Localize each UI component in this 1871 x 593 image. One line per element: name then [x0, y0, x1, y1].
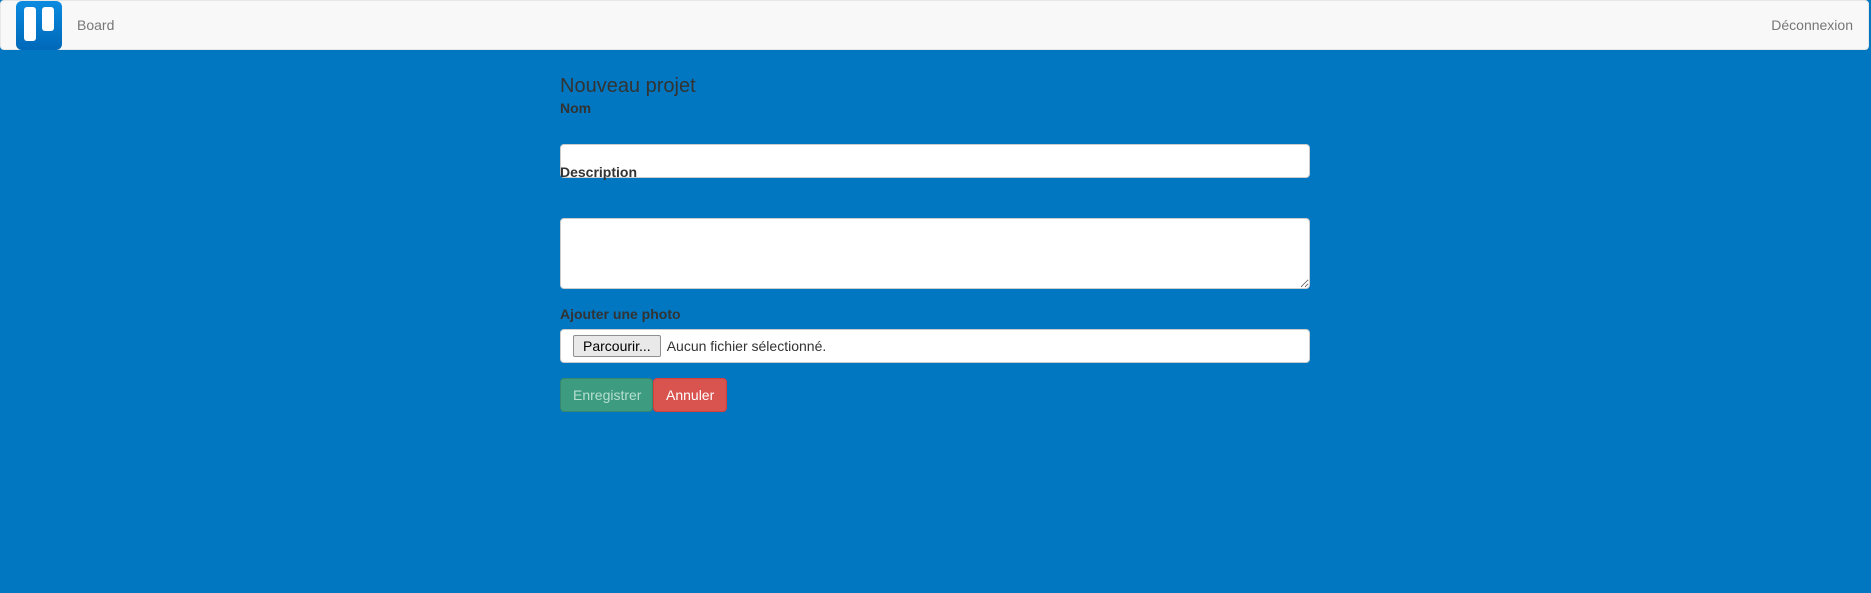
save-button[interactable]: Enregistrer: [560, 378, 653, 412]
logo-right-column: [42, 7, 54, 31]
description-textarea[interactable]: [560, 218, 1310, 289]
name-label: Nom: [560, 100, 592, 116]
name-input[interactable]: [560, 144, 1310, 178]
board-link[interactable]: Board: [77, 17, 114, 33]
logout-link[interactable]: Déconnexion: [1771, 17, 1853, 33]
page-title: Nouveau projet: [560, 75, 696, 97]
browse-button[interactable]: Parcourir...: [573, 335, 661, 357]
file-status: Aucun fichier sélectionné.: [666, 338, 827, 354]
photo-label: Ajouter une photo: [560, 306, 681, 322]
top-navbar: Board Déconnexion: [0, 0, 1869, 50]
photo-file-input[interactable]: Parcourir... Aucun fichier sélectionné.: [560, 329, 1310, 363]
description-label: Description: [560, 164, 638, 180]
cancel-button[interactable]: Annuler: [653, 378, 727, 412]
trello-logo-icon[interactable]: [16, 1, 62, 50]
logo-left-column: [24, 7, 36, 41]
